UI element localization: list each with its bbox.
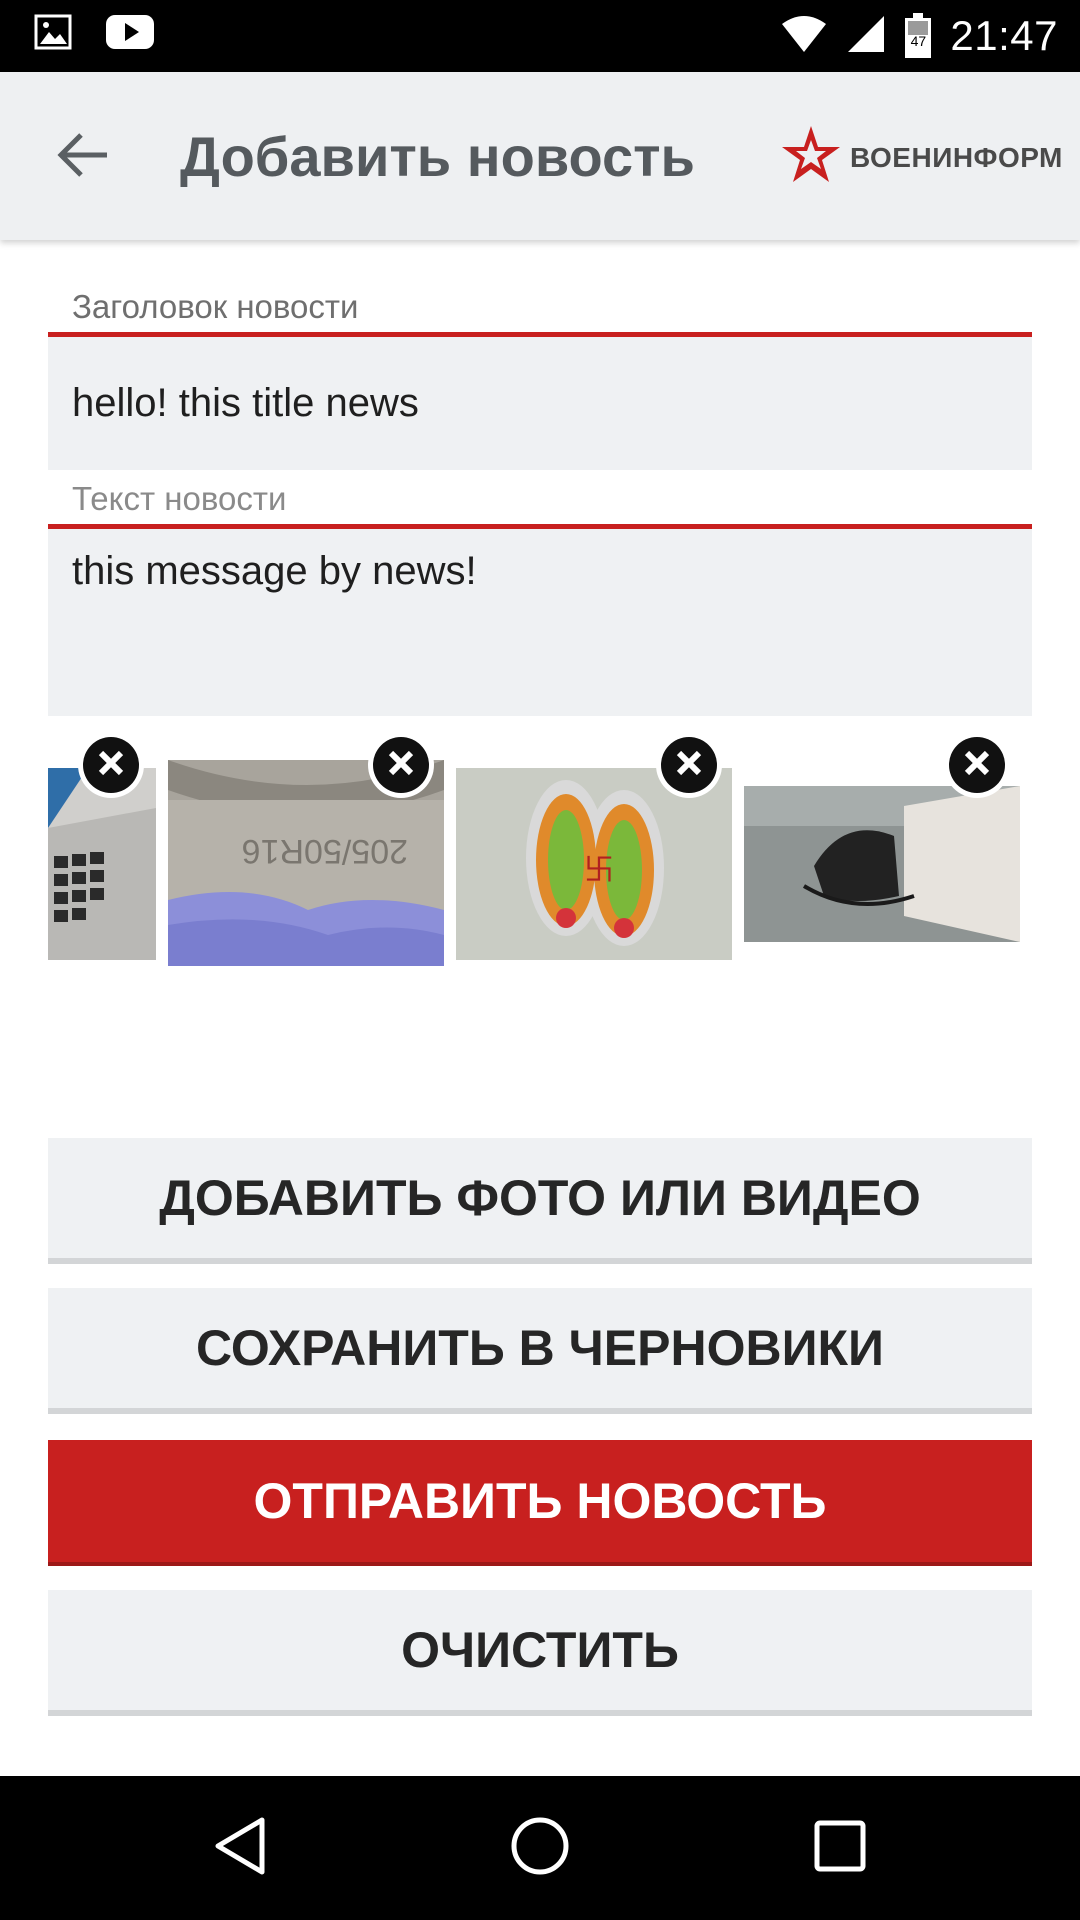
close-icon	[96, 748, 126, 783]
image-icon	[34, 14, 72, 55]
brand-name: ВОЕНИНФОРМ	[850, 141, 1063, 173]
square-recents-icon	[813, 1819, 867, 1878]
red-star-icon	[780, 124, 842, 191]
remove-attachment-button[interactable]	[944, 732, 1010, 798]
body-field-value: this message by news!	[72, 549, 477, 593]
nav-back-button[interactable]	[180, 1776, 300, 1920]
arrow-left-icon	[57, 132, 109, 183]
app-bar: Добавить новость ВОЕНИНФОРМ	[0, 72, 1080, 240]
clock: 21:47	[950, 12, 1058, 59]
triangle-back-icon	[212, 1816, 268, 1881]
close-icon	[386, 748, 416, 783]
back-button[interactable]	[48, 122, 118, 192]
brand-logo: ВОЕНИНФОРМ	[780, 124, 1063, 191]
youtube-icon	[106, 15, 154, 54]
svg-text:卐: 卐	[584, 853, 614, 888]
navigation-bar	[0, 1776, 1080, 1920]
close-icon	[962, 748, 992, 783]
battery-icon: 47	[904, 13, 932, 59]
wifi-icon	[780, 14, 828, 59]
add-media-button[interactable]: ДОБАВИТЬ ФОТО ИЛИ ВИДЕО	[48, 1138, 1032, 1264]
status-bar: 47 21:47	[0, 0, 1080, 72]
svg-text:205/50R16: 205/50R16	[242, 832, 408, 870]
title-field-label: Заголовок новости	[72, 288, 359, 325]
body-field[interactable]: this message by news!	[48, 524, 1032, 716]
title-field[interactable]: hello! this title news	[48, 332, 1032, 470]
attachments-strip[interactable]: 205/50R16 卐	[48, 724, 1032, 980]
send-news-button[interactable]: ОТПРАВИТЬ НОВОСТЬ	[48, 1440, 1032, 1566]
attachment-thumbnail[interactable]	[744, 786, 1020, 942]
page-title: Добавить новость	[180, 125, 695, 188]
nav-recents-button[interactable]	[780, 1776, 900, 1920]
save-draft-button[interactable]: СОХРАНИТЬ В ЧЕРНОВИКИ	[48, 1288, 1032, 1414]
remove-attachment-button[interactable]	[656, 732, 722, 798]
title-field-value: hello! this title news	[72, 381, 419, 425]
signal-icon	[846, 14, 886, 59]
battery-level: 47	[910, 33, 927, 49]
nav-home-button[interactable]	[480, 1776, 600, 1920]
circle-home-icon	[510, 1816, 570, 1881]
remove-attachment-button[interactable]	[368, 732, 434, 798]
close-icon	[674, 748, 704, 783]
clear-button[interactable]: ОЧИСТИТЬ	[48, 1590, 1032, 1716]
body-field-label: Текст новости	[72, 480, 287, 517]
remove-attachment-button[interactable]	[78, 732, 144, 798]
